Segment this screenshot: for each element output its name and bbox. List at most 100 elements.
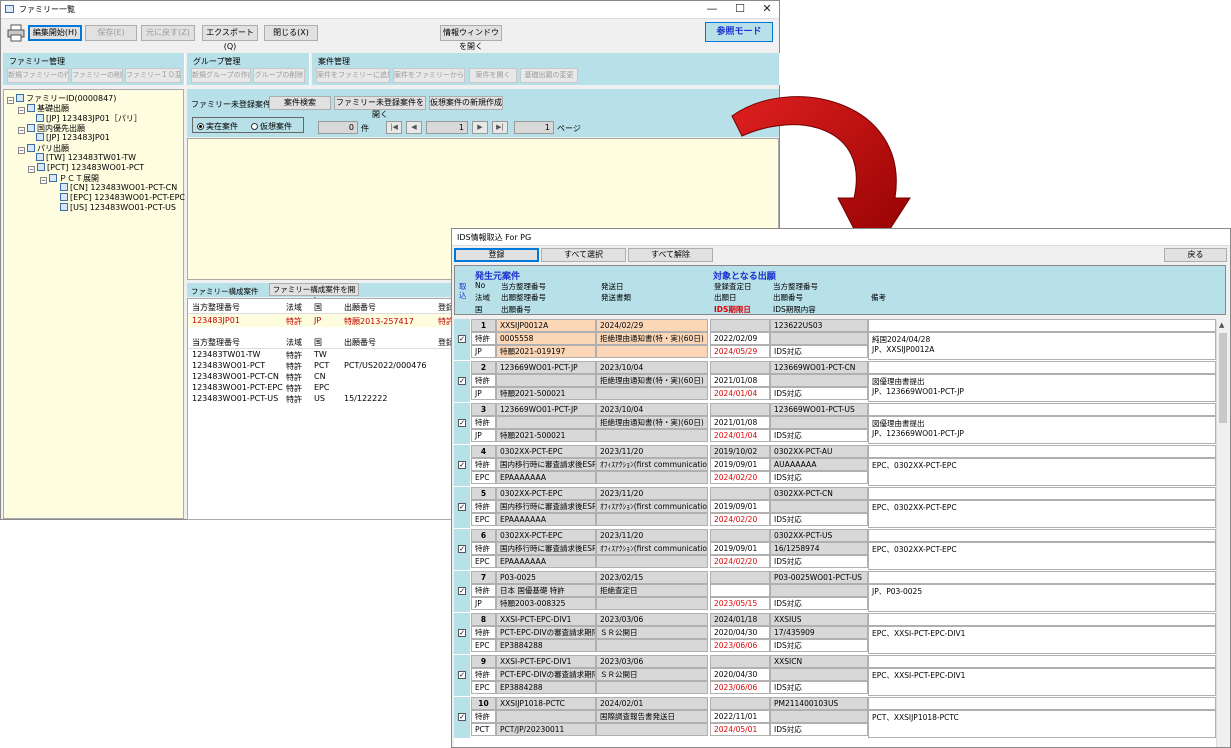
tree-node[interactable]: [TW] 123483TW01-TW: [36, 153, 136, 162]
ids-row[interactable]: ✓ 10 XXSIJP1018-PCTC 2024/02/01 PM211400103U…: [454, 697, 1216, 739]
prev-page-button[interactable]: ◀: [406, 121, 422, 134]
last-page-button[interactable]: ▶|: [492, 121, 508, 134]
import-checkbox[interactable]: ✓: [458, 671, 466, 679]
app-ref: [496, 710, 596, 723]
select-all-button[interactable]: すべて選択: [541, 248, 626, 262]
add-case-button[interactable]: 案件をファミリーに追加: [316, 68, 390, 83]
tree-node[interactable]: [EPC] 123483WO01-PCT-EPC: [60, 193, 185, 202]
next-page-button[interactable]: ▶: [472, 121, 488, 134]
import-checkbox[interactable]: ✓: [458, 629, 466, 637]
row-number: 1: [471, 319, 496, 332]
count-field: 0: [318, 121, 358, 134]
back-button[interactable]: 戻る: [1164, 248, 1227, 262]
close-icon[interactable]: ✕: [756, 2, 778, 15]
import-checkbox[interactable]: ✓: [458, 419, 466, 427]
scroll-up-icon[interactable]: ▲: [1219, 321, 1224, 329]
country: EPC: [471, 555, 496, 568]
target-ref: PM211400103US: [770, 697, 868, 710]
country: EPC: [471, 471, 496, 484]
delete-group-button[interactable]: グループの削除: [253, 68, 305, 83]
window-title: ファミリー一覧: [19, 5, 75, 14]
hdr-our-ref: 当方整理番号: [501, 282, 546, 291]
send-date: 2023/03/06: [596, 613, 708, 626]
remarks-blank: [868, 529, 1216, 542]
scroll-thumb[interactable]: [1219, 333, 1227, 423]
import-checkbox[interactable]: ✓: [458, 545, 466, 553]
remarks-blank: [868, 571, 1216, 584]
info-window-button[interactable]: 情報ウィンドウを開く: [440, 25, 502, 51]
open-case-button[interactable]: 案件を開く: [469, 68, 517, 83]
remarks: 図優理由書提出 JP、123669WO01-PCT-JP: [868, 374, 1216, 402]
import-checkbox[interactable]: ✓: [458, 713, 466, 721]
tree-node[interactable]: [JP] 123483JP01: [36, 133, 110, 142]
first-page-button[interactable]: |◀: [386, 121, 402, 134]
legal: 特許: [471, 332, 496, 345]
tree-node[interactable]: − [PCT] 123483WO01-PCT: [28, 163, 144, 173]
import-checkbox[interactable]: ✓: [458, 335, 466, 343]
printer-icon[interactable]: [7, 24, 25, 42]
new-virtual-case-button[interactable]: 仮想案件の新規作成: [429, 96, 503, 110]
change-family-id-button[interactable]: ファミリーＩＤ変更: [125, 68, 181, 83]
remarks-line: JP、XXSIJP0012A: [872, 345, 935, 354]
filing-date: 2019/09/01: [710, 542, 770, 555]
ids-content: IDS対応: [770, 597, 868, 610]
ids-row[interactable]: ✓ 9 XXSI-PCT-EPC-DIV1 2023/03/06 XXSICN 特許 PCT…: [454, 655, 1216, 697]
deselect-all-button[interactable]: すべて解除: [628, 248, 713, 262]
remove-case-button[interactable]: 案件をファミリーから外す: [393, 68, 465, 83]
ids-row[interactable]: ✓ 1 XXSIJP0012A 2024/02/29 123622US03 特許 00055…: [454, 319, 1216, 361]
open-members-button[interactable]: ファミリー構成案件を開く: [269, 283, 359, 305]
ids-row[interactable]: ✓ 5 0302XX-PCT-EPC 2023/11/20 0302XX-PCT-CN 特…: [454, 487, 1216, 529]
target-ref: 0302XX-PCT-AU: [770, 445, 868, 458]
legal: 特許: [471, 458, 496, 471]
radio-virtual[interactable]: 仮想案件: [251, 121, 292, 132]
col-ref: 当方整理番号: [192, 303, 240, 312]
ids-import-window: IDS情報取込 For PG 登録 すべて選択 すべて解除 戻る 発生元案件 取…: [451, 228, 1231, 748]
row-number: 4: [471, 445, 496, 458]
ids-row[interactable]: ✓ 4 0302XX-PCT-EPC 2023/11/20 2019/10/02 0302…: [454, 445, 1216, 487]
reg-date: [710, 319, 770, 332]
reg-date: [710, 403, 770, 416]
ids-row[interactable]: ✓ 7 P03-0025 2023/02/15 P03-0025WO01-PCT-US 特…: [454, 571, 1216, 613]
register-button[interactable]: 登録: [454, 248, 539, 262]
title-bar: ファミリー一覧 — ☐ ✕: [1, 1, 779, 19]
blank: [596, 345, 708, 358]
edit-start-button[interactable]: 編集開始(H): [28, 25, 82, 41]
ids-deadline: 2024/02/20: [710, 513, 770, 526]
undo-button[interactable]: 元に戻す(Z): [141, 25, 195, 41]
page-field[interactable]: 1: [426, 121, 468, 134]
ids-deadline: 2023/05/15: [710, 597, 770, 610]
new-family-button[interactable]: 新規ファミリーの作成: [7, 68, 69, 83]
new-group-button[interactable]: 新規グループの作成: [191, 68, 251, 83]
count-unit: 件: [361, 124, 369, 133]
row-number: 6: [471, 529, 496, 542]
save-button[interactable]: 保存(E): [85, 25, 137, 41]
app-no: 特願2003-008325: [496, 597, 596, 610]
cell: 123483WO01-PCT-EPC: [192, 383, 283, 392]
tree-node[interactable]: [CN] 123483WO01-PCT-CN: [60, 183, 177, 192]
import-checkbox[interactable]: ✓: [458, 503, 466, 511]
export-button[interactable]: エクスポート(Q): [202, 25, 258, 51]
import-checkbox[interactable]: ✓: [458, 461, 466, 469]
import-checkbox[interactable]: ✓: [458, 587, 466, 595]
ids-row[interactable]: ✓ 6 0302XX-PCT-EPC 2023/11/20 0302XX-PCT-US 特…: [454, 529, 1216, 571]
legal: 特許: [471, 668, 496, 681]
change-base-button[interactable]: 基礎出願の変更: [520, 68, 578, 83]
open-unregistered-button[interactable]: ファミリー未登録案件を開く: [334, 96, 426, 119]
our-ref: XXSI-PCT-EPC-DIV1: [496, 655, 596, 668]
tree-node[interactable]: [US] 123483WO01-PCT-US: [60, 203, 176, 212]
maximize-icon[interactable]: ☐: [729, 2, 751, 15]
our-ref: 0302XX-PCT-EPC: [496, 487, 596, 500]
col-country: 国: [314, 303, 322, 312]
close-button[interactable]: 閉じる(X): [264, 25, 318, 41]
minimize-icon[interactable]: —: [701, 2, 723, 15]
ids-row[interactable]: ✓ 2 123669WO01-PCT-JP 2023/10/04 123669WO01-…: [454, 361, 1216, 403]
ids-row[interactable]: ✓ 3 123669WO01-PCT-JP 2023/10/04 123669WO01-…: [454, 403, 1216, 445]
our-ref: XXSIJP1018-PCTC: [496, 697, 596, 710]
ids-row[interactable]: ✓ 8 XXSI-PCT-EPC-DIV1 2023/03/06 2024/01/18 X…: [454, 613, 1216, 655]
case-search-button[interactable]: 案件検索: [269, 96, 331, 110]
filing-no: [770, 710, 868, 723]
import-checkbox[interactable]: ✓: [458, 377, 466, 385]
delete-family-button[interactable]: ファミリーの削除: [71, 68, 123, 83]
radio-real[interactable]: 実在案件: [197, 121, 238, 132]
vertical-scrollbar[interactable]: ▲: [1216, 319, 1229, 747]
